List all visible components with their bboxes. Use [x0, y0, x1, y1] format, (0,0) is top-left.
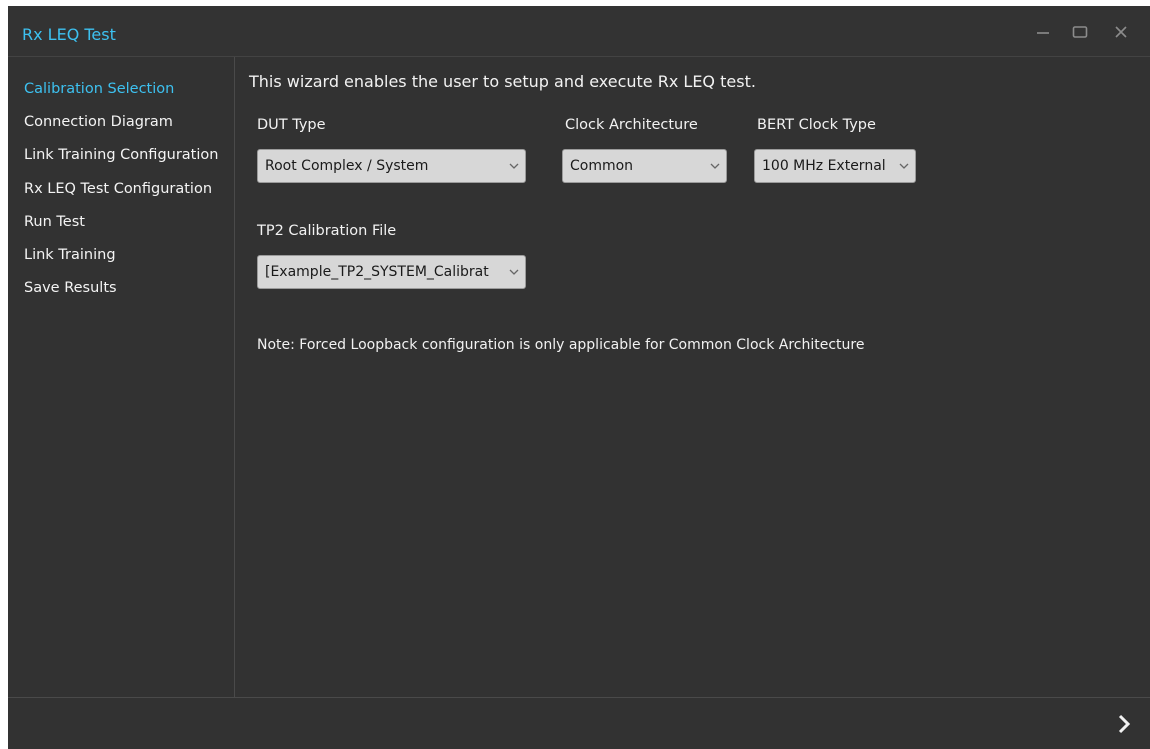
chevron-down-icon: [704, 163, 726, 169]
forced-loopback-note: Note: Forced Loopback configuration is o…: [257, 337, 865, 353]
wizard-footer: [8, 697, 1150, 749]
dut-type-value: Root Complex / System: [265, 158, 429, 174]
bert-clock-type-select[interactable]: 100 MHz External: [754, 149, 916, 183]
chevron-right-icon[interactable]: [1112, 712, 1136, 736]
nav-item-link-training-configuration[interactable]: Link Training Configuration: [24, 147, 218, 163]
tp2-calibration-file-select[interactable]: [Example_TP2_SYSTEM_Calibrat: [257, 255, 526, 289]
bert-clock-type-value: 100 MHz External: [762, 158, 886, 174]
rx-leq-test-window: Rx LEQ Test Calibration Selection Connec…: [8, 6, 1150, 749]
window-title: Rx LEQ Test: [22, 25, 116, 44]
tp2-calibration-file-value: [Example_TP2_SYSTEM_Calibrat: [265, 264, 489, 280]
calibration-selection-panel: This wizard enables the user to setup an…: [235, 57, 1150, 697]
chevron-down-icon: [893, 163, 915, 169]
clock-architecture-select[interactable]: Common: [562, 149, 727, 183]
clock-architecture-label: Clock Architecture: [565, 117, 698, 133]
bert-clock-type-label: BERT Clock Type: [757, 117, 876, 133]
nav-item-save-results[interactable]: Save Results: [24, 280, 117, 296]
dut-type-label: DUT Type: [257, 117, 326, 133]
close-icon[interactable]: [1109, 21, 1133, 43]
title-bar[interactable]: Rx LEQ Test: [8, 6, 1150, 57]
nav-item-run-test[interactable]: Run Test: [24, 214, 85, 230]
wizard-step-nav: Calibration Selection Connection Diagram…: [8, 57, 235, 697]
clock-architecture-value: Common: [570, 158, 634, 174]
nav-item-connection-diagram[interactable]: Connection Diagram: [24, 114, 173, 130]
nav-item-calibration-selection[interactable]: Calibration Selection: [24, 81, 174, 97]
minimize-icon[interactable]: [1031, 21, 1055, 43]
chevron-down-icon: [503, 269, 525, 275]
maximize-icon[interactable]: [1068, 21, 1092, 43]
dut-type-select[interactable]: Root Complex / System: [257, 149, 526, 183]
nav-item-link-training[interactable]: Link Training: [24, 247, 116, 263]
chevron-down-icon: [503, 163, 525, 169]
tp2-calibration-file-label: TP2 Calibration File: [257, 223, 397, 239]
wizard-intro-text: This wizard enables the user to setup an…: [249, 72, 756, 91]
nav-item-rx-leq-test-configuration[interactable]: Rx LEQ Test Configuration: [24, 181, 212, 197]
